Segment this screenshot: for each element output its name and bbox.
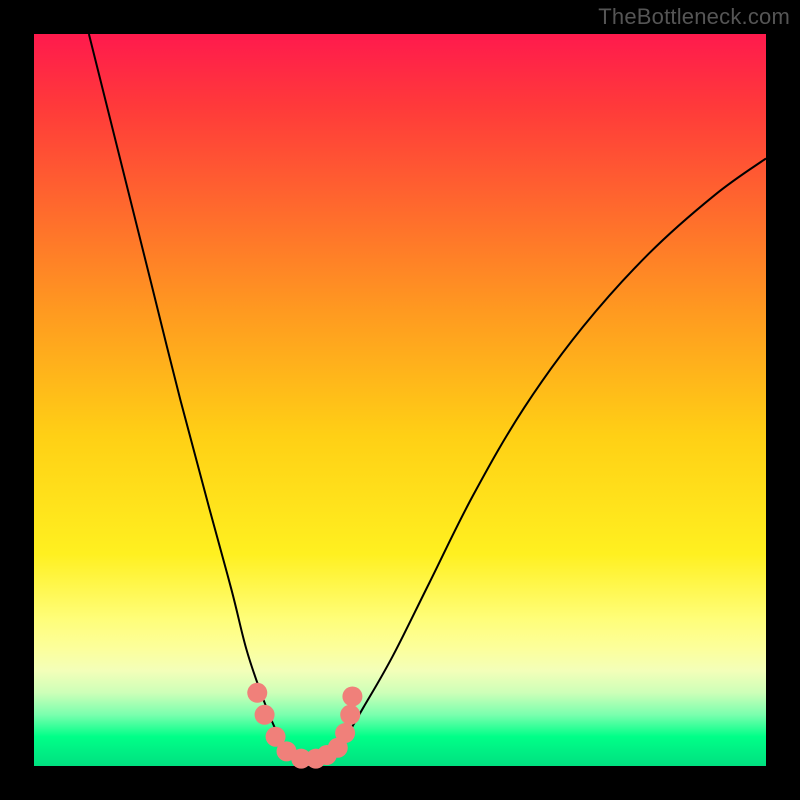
plot-area — [34, 34, 766, 766]
line-left-branch — [89, 34, 298, 759]
marker-bottom-markers — [335, 723, 355, 743]
chart-svg — [34, 34, 766, 766]
marker-series-group — [247, 683, 362, 769]
line-right-branch — [327, 158, 766, 758]
line-series-group — [89, 34, 766, 759]
watermark-text: TheBottleneck.com — [598, 4, 790, 30]
marker-bottom-markers — [342, 686, 362, 706]
marker-bottom-markers — [255, 705, 275, 725]
chart-frame: TheBottleneck.com — [0, 0, 800, 800]
marker-bottom-markers — [247, 683, 267, 703]
marker-bottom-markers — [340, 705, 360, 725]
